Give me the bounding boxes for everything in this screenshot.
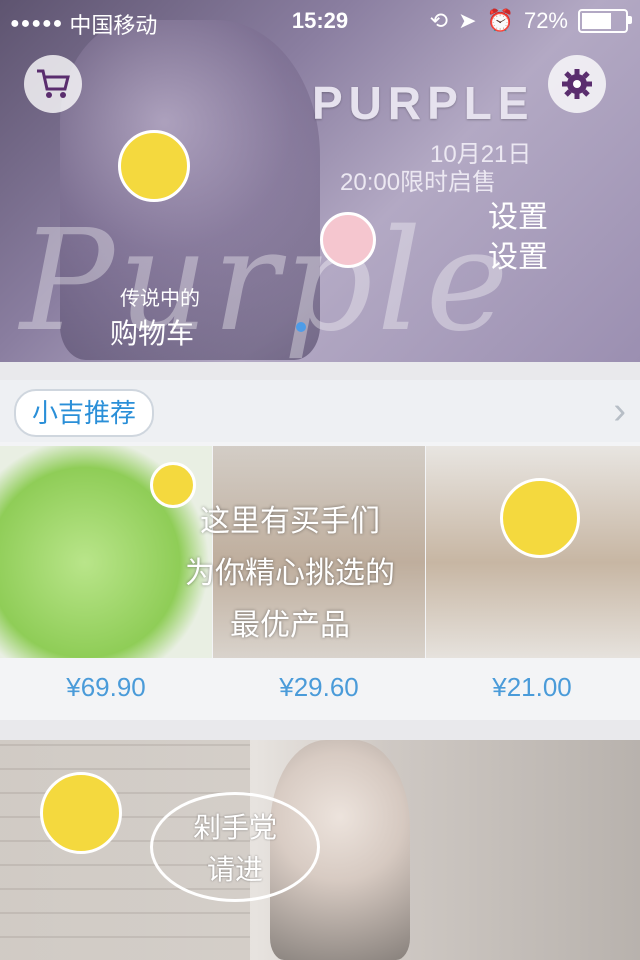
banner-brand: PURPLE	[312, 77, 535, 129]
recommend-note-line-2: 为你精心挑选的	[185, 557, 395, 590]
banner-sale-time: 20:00限时启售	[340, 169, 497, 196]
settings-button[interactable]	[548, 55, 606, 113]
speech-bubble: 剁手党 请进	[150, 792, 320, 902]
alarm-icon: ⏰	[486, 8, 514, 33]
battery-fill	[582, 13, 612, 29]
cart-icon	[37, 69, 70, 98]
carousel-indicator[interactable]	[296, 322, 306, 332]
recommend-title[interactable]: 小吉推荐	[14, 389, 155, 437]
chevron-right-icon[interactable]: ›	[613, 390, 626, 433]
product-price-2[interactable]: ¥29.60	[213, 672, 425, 703]
gear-icon	[562, 69, 592, 99]
battery-icon	[578, 9, 632, 33]
settings-note-2: 设置	[488, 240, 548, 275]
recommend-note: 这里有买手们 为你精心挑选的 最优产品	[150, 496, 430, 652]
rotation-lock-icon: ⟲	[429, 8, 449, 33]
cart-button[interactable]	[24, 55, 82, 113]
bubble-line-1: 剁手党	[192, 812, 277, 843]
recommend-note-line-3: 最优产品	[230, 609, 350, 642]
status-right: ⟲ ➤ ⏰ 72%	[429, 8, 632, 34]
mascot-sticker	[118, 130, 190, 202]
cart-note-large: 购物车	[110, 317, 195, 350]
bubble-line-2: 请进	[206, 854, 263, 885]
mascot-sticker-bottom	[40, 772, 122, 854]
promo-banner[interactable]: Purple PURPLE 10月21日 20:00限时启售 传说中的 购物车 …	[0, 0, 640, 362]
battery-percent: 72%	[523, 8, 568, 33]
cart-note-small: 传说中的	[120, 286, 200, 310]
mascot-sticker-yoo	[500, 478, 580, 558]
mascot-sticker-pink	[320, 212, 376, 268]
status-bar: ●●●●● 中国移动 15:29 ⟲ ➤ ⏰ 72%	[0, 0, 640, 40]
settings-note-1: 设置	[488, 200, 548, 235]
banner-script-text: Purple	[20, 200, 513, 362]
product-price-3[interactable]: ¥21.00	[426, 672, 638, 703]
location-icon: ➤	[458, 8, 477, 33]
product-price-1[interactable]: ¥69.90	[0, 672, 212, 703]
recommend-note-line-1: 这里有买手们	[200, 505, 380, 538]
